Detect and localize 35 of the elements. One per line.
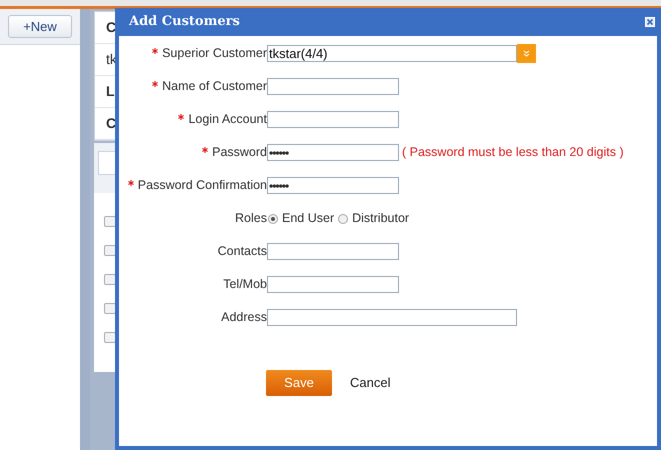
field-label: Address bbox=[221, 309, 267, 326]
field-label: Tel/Mob bbox=[223, 276, 267, 294]
radio-button[interactable] bbox=[338, 214, 348, 224]
combo-field[interactable]: tkstar(4/4) bbox=[267, 45, 517, 62]
table-cell-text: L bbox=[106, 82, 115, 101]
input-field[interactable] bbox=[267, 309, 517, 326]
row-checkbox[interactable] bbox=[104, 303, 116, 314]
cancel-button[interactable]: Cancel bbox=[350, 373, 390, 393]
field-label: Contacts bbox=[218, 243, 267, 260]
row-checkbox[interactable] bbox=[104, 245, 116, 256]
field-label: Login Account bbox=[188, 111, 267, 128]
password-field[interactable]: •••••• bbox=[267, 144, 399, 161]
radio-button[interactable] bbox=[268, 214, 278, 224]
input-field[interactable] bbox=[267, 111, 399, 128]
field-label: Password bbox=[212, 144, 267, 162]
input-field[interactable] bbox=[267, 78, 399, 95]
new-button[interactable]: +New bbox=[8, 15, 72, 38]
table-cell-text: C bbox=[106, 114, 116, 133]
field-label: Superior Customer bbox=[162, 45, 267, 62]
row-checkbox[interactable] bbox=[104, 216, 116, 227]
field-label: Roles bbox=[235, 210, 267, 228]
dialog-title: Add Customers bbox=[129, 13, 240, 32]
table-cell-text: C bbox=[106, 18, 116, 37]
close-icon[interactable] bbox=[645, 17, 655, 27]
row-checkbox[interactable] bbox=[104, 332, 116, 343]
field-label: Name of Customer bbox=[162, 78, 267, 96]
input-field[interactable] bbox=[267, 276, 399, 293]
radio-label: Distributor bbox=[352, 210, 410, 228]
field-label: Password Confirmation bbox=[138, 177, 267, 194]
chevron-down-icon bbox=[523, 50, 530, 57]
input-field[interactable] bbox=[267, 243, 399, 260]
row-checkbox[interactable] bbox=[104, 274, 116, 285]
radio-label: End User bbox=[282, 210, 334, 228]
hint-text: ( Password must be less than 20 digits ) bbox=[402, 144, 624, 162]
password-field[interactable]: •••••• bbox=[267, 177, 399, 194]
